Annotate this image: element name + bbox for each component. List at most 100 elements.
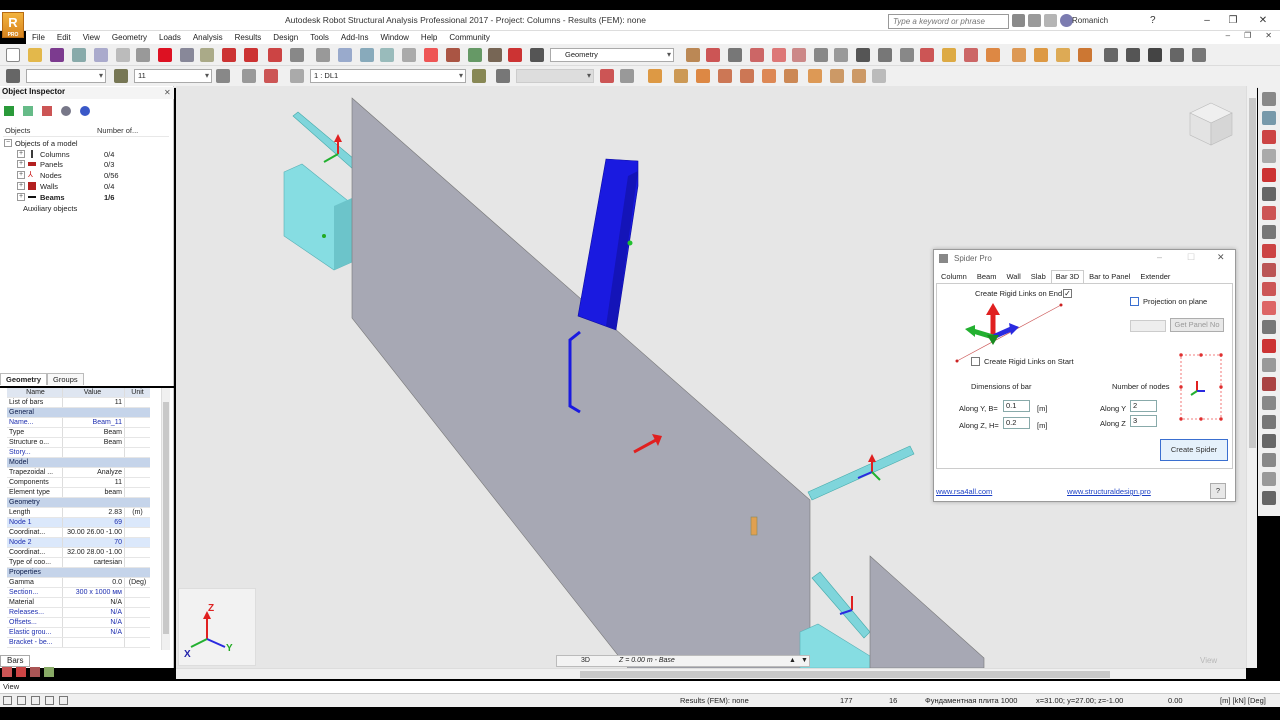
expand-icon[interactable]: + <box>17 182 25 190</box>
property-row[interactable]: Section... 300 x 1000 мм <box>7 588 150 598</box>
expand-icon[interactable]: + <box>17 193 25 201</box>
intersect-icon[interactable] <box>878 48 892 62</box>
property-value[interactable]: 32.00 28.00 -1.00 <box>63 548 125 557</box>
property-value[interactable]: 30.00 26.00 -1.00 <box>63 528 125 537</box>
menu-add-ins[interactable]: Add-Ins <box>335 31 375 44</box>
zoom-in-icon[interactable] <box>360 48 374 62</box>
property-value[interactable]: 2.83 <box>63 508 125 517</box>
app-logo-icon[interactable]: R PRO <box>2 12 24 38</box>
property-row[interactable]: List of bars 11 <box>7 398 150 408</box>
property-value[interactable]: 11 <box>63 478 125 487</box>
vscroll-thumb[interactable] <box>1249 98 1256 448</box>
property-row[interactable]: Elastic grou... N/A <box>7 628 150 638</box>
property-row[interactable]: Type Beam <box>7 428 150 438</box>
grid-icon-8[interactable] <box>808 69 822 83</box>
filter-icon[interactable] <box>216 69 230 83</box>
property-value[interactable] <box>63 638 125 647</box>
bl-icon-1[interactable] <box>2 667 12 677</box>
filter-green-icon[interactable] <box>4 106 14 116</box>
right-tool-icon[interactable] <box>1262 320 1276 334</box>
right-tool-icon[interactable] <box>1262 130 1276 144</box>
bl-icon-3[interactable] <box>30 667 40 677</box>
divide-icon[interactable] <box>814 48 828 62</box>
right-tool-icon[interactable] <box>1262 358 1276 372</box>
property-row[interactable]: Node 1 69 <box>7 518 150 528</box>
grid-icon-1[interactable] <box>648 69 662 83</box>
case-icon-2[interactable] <box>264 69 278 83</box>
menu-loads[interactable]: Loads <box>153 31 187 44</box>
rod-right[interactable] <box>807 445 915 501</box>
redo-icon[interactable] <box>244 48 258 62</box>
calculate-icon[interactable] <box>488 48 502 62</box>
property-row[interactable]: Releases... N/A <box>7 608 150 618</box>
rotate-icon[interactable] <box>424 48 438 62</box>
property-row[interactable]: Element type beam <box>7 488 150 498</box>
property-row[interactable]: Node 2 70 <box>7 538 150 548</box>
structuraldesign-link[interactable]: www.structuraldesign.pro <box>1067 487 1151 496</box>
tab-bar-to-panel[interactable]: Bar to Panel <box>1084 270 1135 283</box>
sketch-icon[interactable] <box>1170 48 1184 62</box>
import-icon[interactable] <box>986 48 1000 62</box>
tree-item-beams[interactable]: + Beams 1/6 <box>17 193 114 202</box>
property-row[interactable]: Offsets... N/A <box>7 618 150 628</box>
property-row[interactable]: Bracket - be... <box>7 638 150 648</box>
layout-select[interactable]: Geometry <box>550 48 674 62</box>
orient-icon[interactable] <box>620 69 634 83</box>
tree-item-auxiliary[interactable]: Auxiliary objects <box>23 204 77 213</box>
mirror-icon[interactable] <box>772 48 786 62</box>
undo-icon[interactable] <box>222 48 236 62</box>
property-value[interactable]: 70 <box>63 538 125 547</box>
measure-icon[interactable] <box>900 48 914 62</box>
tools-icon[interactable] <box>508 48 522 62</box>
rigid-end-checkbox[interactable]: ✓ <box>1063 289 1072 298</box>
property-value[interactable] <box>63 448 125 457</box>
bars-tab[interactable]: Bars <box>0 655 31 667</box>
property-value[interactable]: beam <box>63 488 125 497</box>
load-display-icon[interactable] <box>472 69 486 83</box>
grid-icon-2[interactable] <box>674 69 688 83</box>
properties-scrollbar[interactable] <box>161 388 170 650</box>
bar-icon[interactable] <box>706 48 720 62</box>
filter-add-icon[interactable] <box>23 106 33 116</box>
tab-extender[interactable]: Extender <box>1135 270 1175 283</box>
bl-icon-4[interactable] <box>44 667 54 677</box>
status-icon-2[interactable] <box>17 696 26 705</box>
horizontal-scrollbar[interactable] <box>176 668 1246 679</box>
display-icon[interactable] <box>600 69 614 83</box>
property-value[interactable]: N/A <box>63 598 125 607</box>
capture-icon[interactable] <box>136 48 150 62</box>
load-case-select[interactable]: 1 : DL1 <box>310 69 466 83</box>
menu-geometry[interactable]: Geometry <box>106 31 153 44</box>
close-button[interactable]: ✕ <box>1248 12 1278 30</box>
pen-icon[interactable] <box>1148 48 1162 62</box>
menu-help[interactable]: Help <box>415 31 443 44</box>
expand-icon[interactable]: + <box>17 150 25 158</box>
grid-icon-3[interactable] <box>696 69 710 83</box>
help-icon[interactable]: ? <box>1150 15 1156 26</box>
translate-icon[interactable] <box>792 48 806 62</box>
grid-icon-4[interactable] <box>718 69 732 83</box>
plane-up-icon[interactable]: ▲ <box>789 656 796 666</box>
star-icon[interactable] <box>1044 14 1057 27</box>
layout-icon[interactable] <box>290 48 304 62</box>
user-name[interactable]: Romanich <box>1072 16 1108 25</box>
tab-slab[interactable]: Slab <box>1026 270 1051 283</box>
property-row[interactable]: Name... Beam_11 <box>7 418 150 428</box>
binoculars-icon[interactable] <box>1012 14 1025 27</box>
grid-icon-9[interactable] <box>830 69 844 83</box>
structure-icon[interactable] <box>468 48 482 62</box>
offset-bar-icon[interactable] <box>1034 48 1048 62</box>
beam-tool-icon[interactable] <box>1126 48 1140 62</box>
grid-icon-5[interactable] <box>740 69 754 83</box>
tab-bar-3d[interactable]: Bar 3D <box>1050 270 1085 283</box>
new-icon[interactable] <box>6 48 20 62</box>
property-value[interactable]: cartesian <box>63 558 125 567</box>
tab-wall[interactable]: Wall <box>1001 270 1025 283</box>
right-tool-icon[interactable] <box>1262 339 1276 353</box>
open-icon[interactable] <box>28 48 42 62</box>
orange-marker[interactable] <box>750 516 758 536</box>
tree-root[interactable]: − Objects of a model <box>4 139 78 148</box>
view-mode[interactable]: 3D <box>581 656 590 666</box>
right-tool-icon[interactable] <box>1262 111 1276 125</box>
tab-beam[interactable]: Beam <box>972 270 1002 283</box>
